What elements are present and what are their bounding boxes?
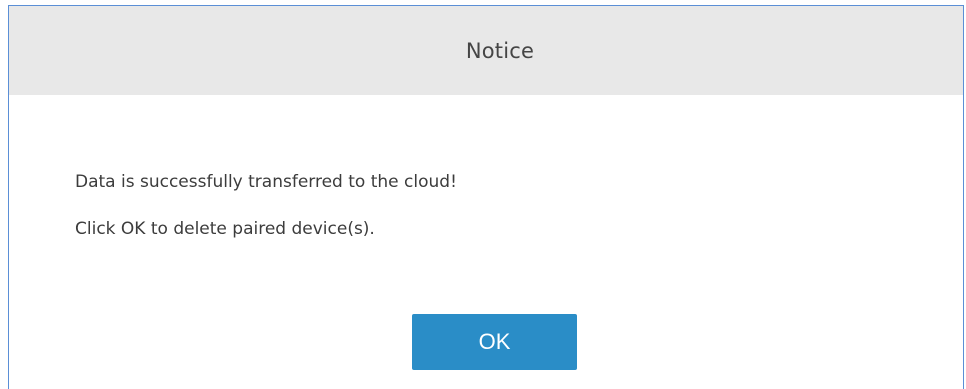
success-message: Data is successfully transferred to the … bbox=[75, 172, 457, 192]
instruction-message: Click OK to delete paired device(s). bbox=[75, 219, 375, 239]
ok-button[interactable]: OK bbox=[412, 314, 577, 370]
notice-dialog: Notice Data is successfully transferred … bbox=[8, 5, 964, 389]
dialog-header: Notice bbox=[9, 6, 963, 95]
dialog-body: Data is successfully transferred to the … bbox=[9, 95, 963, 385]
dialog-title: Notice bbox=[465, 38, 535, 63]
